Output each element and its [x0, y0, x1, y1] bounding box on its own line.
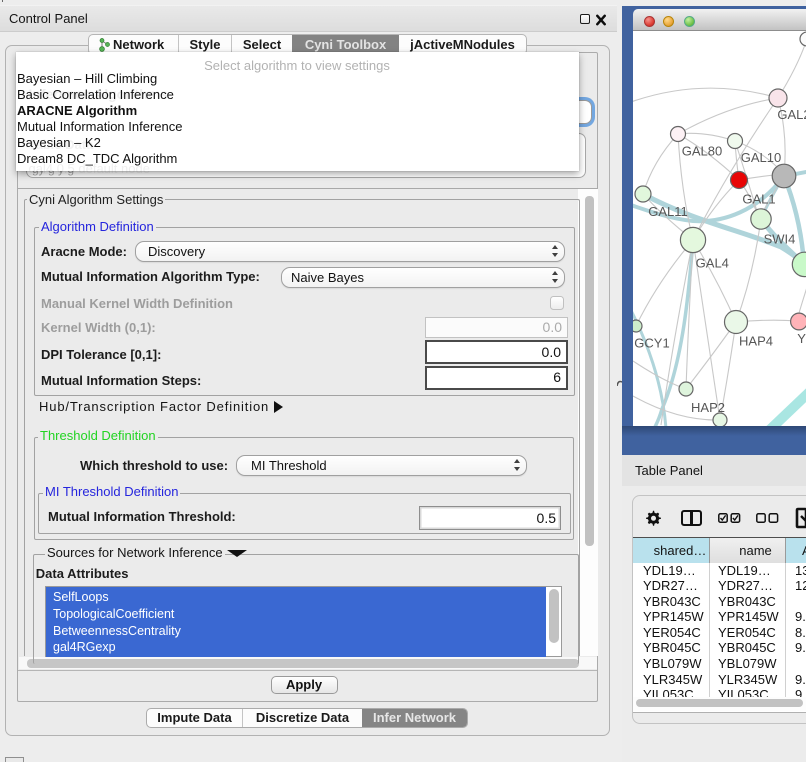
- svg-text:SWI4: SWI4: [764, 232, 796, 247]
- svg-text:HAP4: HAP4: [739, 334, 773, 349]
- svg-text:GAL11: GAL11: [648, 204, 688, 219]
- svg-text:GAL1: GAL1: [742, 192, 775, 207]
- svg-text:GAL10: GAL10: [741, 150, 781, 165]
- svg-text:GCY1: GCY1: [634, 336, 669, 351]
- svg-text:GAL80: GAL80: [682, 144, 722, 159]
- svg-text:YM: YM: [797, 331, 806, 346]
- svg-text:GAL4: GAL4: [696, 256, 729, 271]
- svg-text:HAP2: HAP2: [691, 400, 725, 415]
- svg-text:GAL2: GAL2: [777, 107, 806, 122]
